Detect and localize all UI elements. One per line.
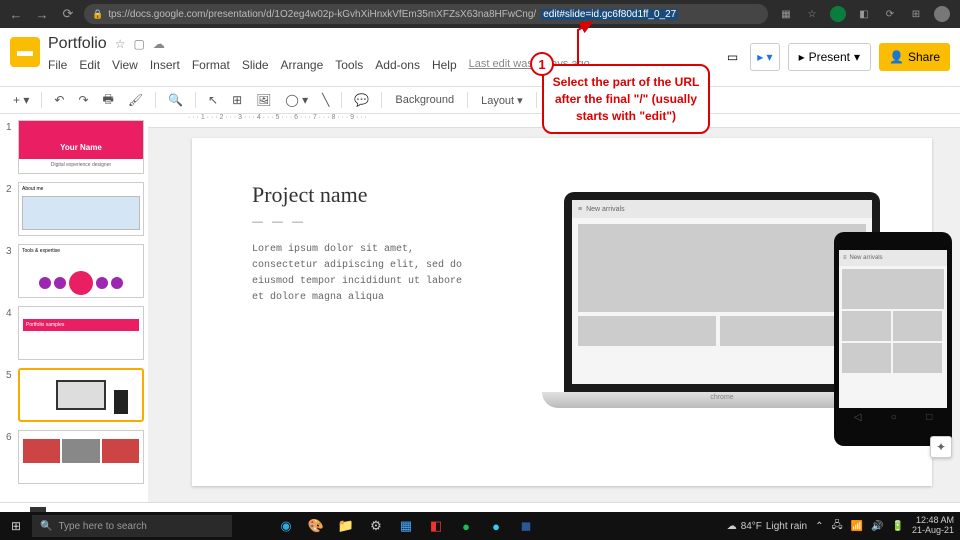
taskbar-clock[interactable]: 12:48 AM21-Aug-21 bbox=[912, 516, 954, 536]
ext-icon-1[interactable]: ◧ bbox=[856, 6, 872, 22]
star-doc-icon[interactable]: ☆ bbox=[115, 37, 126, 51]
task-office-icon[interactable]: ◧ bbox=[422, 512, 450, 540]
print-button[interactable]: 🖶 bbox=[98, 87, 119, 114]
callout-number: 1 bbox=[530, 52, 554, 76]
taskbar-search[interactable]: 🔍Type here to search bbox=[32, 515, 232, 537]
phone-mockup: ≡New arrivals ◁○□ bbox=[834, 232, 952, 446]
menu-addons[interactable]: Add-ons bbox=[375, 58, 420, 72]
weather-widget[interactable]: ☁84°FLight rain bbox=[727, 521, 807, 532]
url-selected-text: edit#slide=id.gc6f80d1ff_0_27 bbox=[541, 9, 678, 20]
redo-button[interactable]: ↷ bbox=[73, 90, 93, 110]
doc-title[interactable]: Portfolio bbox=[48, 35, 107, 53]
task-photos-icon[interactable]: ▦ bbox=[392, 512, 420, 540]
slide-thumbnails: 1 Your NameDigital experience designer 2… bbox=[0, 114, 148, 502]
laptop-mockup: ≡New arrivals bbox=[564, 192, 880, 392]
url-text: tps://docs.google.com/presentation/d/1O2… bbox=[108, 9, 536, 20]
menu-file[interactable]: File bbox=[48, 58, 67, 72]
menu-arrange[interactable]: Arrange bbox=[281, 58, 324, 72]
ext-icon-3[interactable]: ⊞ bbox=[908, 6, 924, 22]
menu-insert[interactable]: Insert bbox=[150, 58, 180, 72]
comment-button[interactable]: 💬 bbox=[349, 90, 374, 110]
canvas-area[interactable]: · · · 1 · · · 2 · · · 3 · · · 4 · · · 5 … bbox=[148, 114, 960, 502]
menu-format[interactable]: Format bbox=[192, 58, 230, 72]
slide-title[interactable]: Project name bbox=[252, 182, 472, 208]
lock-icon: 🔒 bbox=[92, 9, 103, 20]
tray-volume-icon[interactable]: 🔊 bbox=[871, 521, 883, 532]
thumb-4[interactable]: 4 Portfolio samples bbox=[6, 306, 142, 360]
menu-tools[interactable]: Tools bbox=[335, 58, 363, 72]
menu-view[interactable]: View bbox=[112, 58, 138, 72]
paint-format-button[interactable]: 🖌 bbox=[123, 90, 148, 110]
textbox-tool[interactable]: ⊞ bbox=[227, 90, 247, 110]
doc-header: ▬ Portfolio ☆ ▢ ☁ File Edit View Insert … bbox=[0, 28, 960, 86]
task-spotify-icon[interactable]: ● bbox=[452, 512, 480, 540]
move-icon[interactable]: ▢ bbox=[133, 37, 144, 51]
slide-body-text[interactable]: Lorem ipsum dolor sit amet, consectetur … bbox=[252, 242, 472, 306]
reload-button[interactable]: ⟳ bbox=[58, 4, 78, 24]
tray-chevron-icon[interactable]: ⌃ bbox=[815, 521, 823, 532]
thumb-6[interactable]: 6 bbox=[6, 430, 142, 484]
task-app-icon[interactable]: ● bbox=[482, 512, 510, 540]
forward-button[interactable]: → bbox=[32, 4, 52, 24]
task-settings-icon[interactable]: ⚙ bbox=[362, 512, 390, 540]
shape-tool[interactable]: ◯ ▾ bbox=[280, 90, 313, 110]
background-button[interactable]: Background bbox=[389, 94, 460, 106]
ext-icon-2[interactable]: ⟳ bbox=[882, 6, 898, 22]
device-mockup[interactable]: ≡New arrivals chrome ≡New arrivals ◁○□ bbox=[564, 192, 902, 408]
slide-dashes: — — — bbox=[252, 216, 472, 228]
profile-icon[interactable] bbox=[934, 6, 950, 22]
task-word-icon[interactable]: ◼ bbox=[512, 512, 540, 540]
share-button[interactable]: 👤 Share bbox=[879, 43, 950, 71]
explore-button[interactable]: ✦ bbox=[930, 436, 952, 458]
image-tool[interactable]: 🖼 bbox=[251, 90, 276, 110]
task-explorer-icon[interactable]: 📁 bbox=[332, 512, 360, 540]
annotation-arrow bbox=[572, 20, 702, 70]
start-button[interactable]: ⊞ bbox=[0, 512, 32, 540]
callout-text: Select the part of the URL after the fin… bbox=[552, 74, 700, 124]
thumb-3[interactable]: 3 Tools & expertise bbox=[6, 244, 142, 298]
undo-button[interactable]: ↶ bbox=[49, 90, 69, 110]
task-edge-icon[interactable]: ◉ bbox=[272, 512, 300, 540]
thumb-5[interactable]: 5 bbox=[6, 368, 142, 422]
slide-canvas[interactable]: Project name — — — Lorem ipsum dolor sit… bbox=[192, 138, 932, 486]
toolbar: + ▾ ↶ ↷ 🖶 🖌 🔍 ↖ ⊞ 🖼 ◯ ▾ ╲ 💬 Background L… bbox=[0, 86, 960, 114]
annotation-callout: 1 Select the part of the URL after the f… bbox=[542, 64, 710, 134]
line-tool[interactable]: ╲ bbox=[317, 90, 334, 110]
grammarly-icon[interactable] bbox=[830, 6, 846, 22]
qr-icon[interactable]: ▦ bbox=[778, 6, 794, 22]
browser-toolbar: ← → ⟳ 🔒 tps://docs.google.com/presentati… bbox=[0, 0, 960, 28]
phone-header-text: New arrivals bbox=[850, 255, 883, 261]
slides-logo[interactable]: ▬ bbox=[10, 37, 40, 67]
menu-edit[interactable]: Edit bbox=[79, 58, 100, 72]
task-paint-icon[interactable]: 🎨 bbox=[302, 512, 330, 540]
menu-help[interactable]: Help bbox=[432, 58, 457, 72]
comments-icon[interactable]: ▭ bbox=[723, 43, 742, 71]
thumb-1[interactable]: 1 Your NameDigital experience designer bbox=[6, 120, 142, 174]
cloud-icon[interactable]: ☁ bbox=[153, 37, 165, 51]
select-tool[interactable]: ↖ bbox=[203, 90, 223, 110]
thumb-2[interactable]: 2 About me bbox=[6, 182, 142, 236]
star-icon[interactable]: ☆ bbox=[804, 6, 820, 22]
extension-icons: ▦ ☆ ◧ ⟳ ⊞ bbox=[774, 6, 954, 22]
tray-wifi-icon[interactable]: 📶 bbox=[851, 521, 863, 532]
slideshow-dropdown[interactable]: ▸ ▾ bbox=[750, 43, 779, 71]
menu-slide[interactable]: Slide bbox=[242, 58, 269, 72]
layout-button[interactable]: Layout ▾ bbox=[475, 94, 529, 107]
present-button[interactable]: ▸ Present ▾ bbox=[788, 43, 871, 71]
tray-network-icon[interactable]: 🖧 bbox=[831, 518, 842, 535]
back-button[interactable]: ← bbox=[6, 4, 26, 24]
tray-battery-icon[interactable]: 🔋 bbox=[892, 521, 904, 532]
search-icon: 🔍 bbox=[40, 521, 52, 532]
new-slide-button[interactable]: + ▾ bbox=[8, 90, 34, 110]
windows-taskbar: ⊞ 🔍Type here to search ◉ 🎨 📁 ⚙ ▦ ◧ ● ● ◼… bbox=[0, 512, 960, 540]
zoom-button[interactable]: 🔍 bbox=[163, 90, 188, 110]
laptop-header-text: New arrivals bbox=[586, 206, 625, 213]
